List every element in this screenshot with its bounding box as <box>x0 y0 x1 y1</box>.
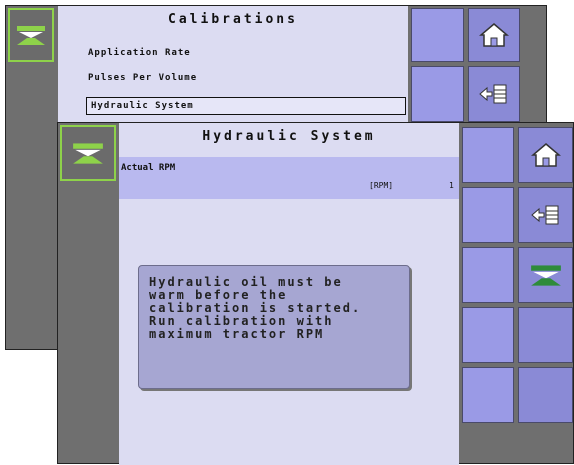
spreader-logo-icon[interactable] <box>8 8 54 62</box>
home-button[interactable] <box>468 8 520 62</box>
hydraulic-content: Hydraulic System Actual RPM [RPM] 1 Hydr… <box>119 123 459 465</box>
message-line: maximum tractor RPM <box>149 327 325 341</box>
softkey-1[interactable] <box>411 8 464 62</box>
menu-item-hydraulic-system[interactable]: Hydraulic System <box>86 97 406 115</box>
softkey-5[interactable] <box>462 367 514 423</box>
spreader-logo-icon[interactable] <box>60 125 116 181</box>
softkey-4[interactable] <box>462 307 514 363</box>
actual-rpm-label: Actual RPM <box>121 163 176 173</box>
rpm-value: 1 <box>449 181 454 190</box>
home-button[interactable] <box>518 127 573 183</box>
page-title: Hydraulic System <box>202 129 376 144</box>
back-button[interactable] <box>518 187 573 243</box>
nav-key-5[interactable] <box>518 367 573 423</box>
home-icon <box>479 23 509 47</box>
spread-icon <box>530 265 561 286</box>
menu-item-application-rate[interactable]: Application Rate <box>88 48 191 58</box>
back-button[interactable] <box>468 66 520 122</box>
calibrations-content: Calibrations Application Rate Pulses Per… <box>58 6 408 124</box>
softkey-2[interactable] <box>462 187 514 243</box>
calibration-warning-message: Hydraulic oil must be warm before the ca… <box>138 265 410 389</box>
spread-button[interactable] <box>518 247 573 303</box>
softkey-3[interactable] <box>462 247 514 303</box>
hydraulic-system-screen: Hydraulic System Actual RPM [RPM] 1 Hydr… <box>57 122 574 465</box>
nav-key-4[interactable] <box>518 307 573 363</box>
back-icon <box>530 205 558 225</box>
back-icon <box>479 84 507 104</box>
rpm-unit: [RPM] <box>369 181 394 190</box>
softkey-1[interactable] <box>462 127 514 183</box>
home-icon <box>530 143 561 167</box>
actual-rpm-row[interactable]: Actual RPM [RPM] 1 <box>119 157 459 199</box>
menu-item-pulses-per-volume[interactable]: Pulses Per Volume <box>88 73 197 83</box>
page-title: Calibrations <box>168 12 298 27</box>
softkey-2[interactable] <box>411 66 464 122</box>
